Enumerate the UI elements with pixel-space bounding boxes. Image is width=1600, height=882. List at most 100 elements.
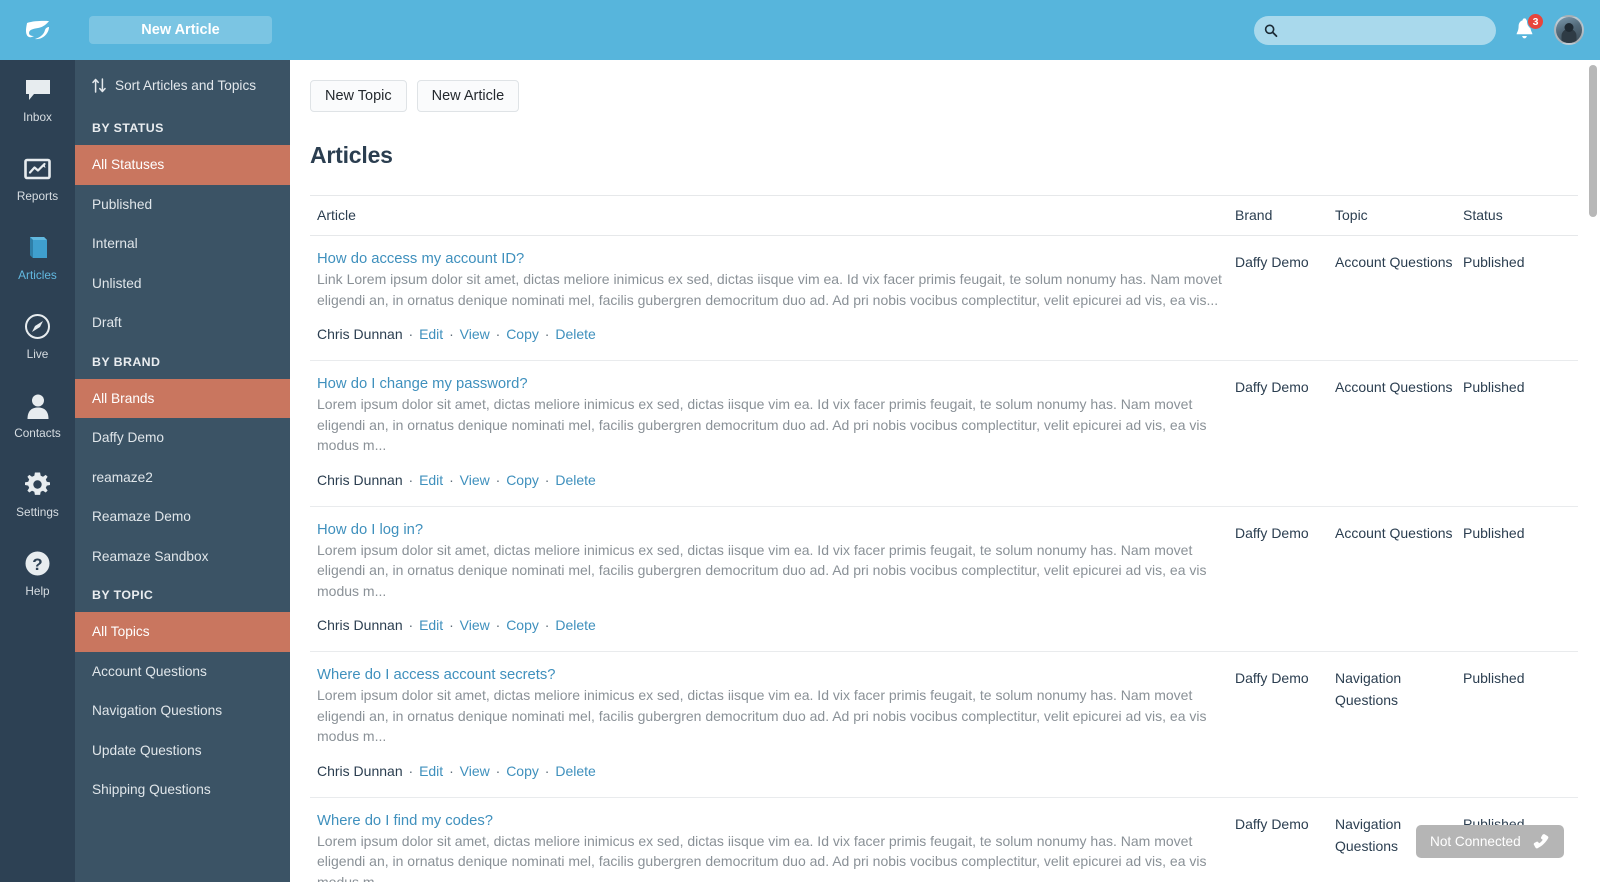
filter-label: All Statuses xyxy=(92,157,165,173)
filter-group-title-brand: BY BRAND xyxy=(92,354,161,369)
article-topic: Navigation Questions xyxy=(1335,651,1463,798)
app-logo[interactable] xyxy=(0,18,75,42)
article-brand: Daffy Demo xyxy=(1235,235,1335,361)
filter-all-topics[interactable]: All Topics xyxy=(75,612,290,652)
global-search[interactable] xyxy=(1254,15,1496,45)
article-author: Chris Dunnan xyxy=(317,617,403,633)
filter-all-brands[interactable]: All Brands xyxy=(75,378,290,418)
view-link[interactable]: View xyxy=(460,617,490,633)
article-title-link[interactable]: How do I log in? xyxy=(317,522,1235,538)
article-title-link[interactable]: Where do I access account secrets? xyxy=(317,667,1235,683)
filter-navigation-questions[interactable]: Navigation Questions xyxy=(75,691,290,731)
filter-label: Update Questions xyxy=(92,742,202,758)
main-scrollbar-thumb[interactable] xyxy=(1589,65,1597,217)
delete-link[interactable]: Delete xyxy=(555,617,595,633)
article-author: Chris Dunnan xyxy=(317,471,403,488)
status-badge: Published xyxy=(1463,235,1578,361)
sort-arrows-icon xyxy=(92,78,106,93)
sidebar-item-help[interactable]: ? Help xyxy=(0,534,75,613)
article-cell: How do I change my password? Lorem ipsum… xyxy=(310,360,1235,507)
sidebar-item-reports[interactable]: Reports xyxy=(0,139,75,218)
person-icon xyxy=(24,392,52,420)
filter-label: reamaze2 xyxy=(92,469,153,485)
avatar[interactable] xyxy=(1554,15,1584,45)
primary-nav-rail: Inbox Reports Articles Live Contacts Set… xyxy=(0,60,75,882)
filter-draft[interactable]: Draft xyxy=(75,303,290,343)
sort-label: Sort Articles and Topics xyxy=(115,78,257,93)
connection-status-pill[interactable]: Not Connected xyxy=(1416,825,1564,858)
view-link[interactable]: View xyxy=(460,763,490,779)
article-title-link[interactable]: How do I change my password? xyxy=(317,376,1235,392)
view-link[interactable]: View xyxy=(460,472,490,488)
filter-label: Navigation Questions xyxy=(92,703,223,719)
sidebar-item-contacts[interactable]: Contacts xyxy=(0,376,75,455)
top-header-bar: New Article 3 xyxy=(0,0,1600,60)
article-brand: Daffy Demo xyxy=(1235,797,1335,882)
edit-link[interactable]: Edit xyxy=(419,763,443,779)
filter-label: Unlisted xyxy=(92,275,142,291)
copy-link[interactable]: Copy xyxy=(506,763,539,779)
copy-link[interactable]: Copy xyxy=(506,617,539,633)
sidebar-item-label: Articles xyxy=(18,267,57,282)
filter-group-title-topic: BY TOPIC xyxy=(92,588,154,602)
filter-reamaze2[interactable]: reamaze2 xyxy=(75,458,290,498)
sidebar-item-label: Reports xyxy=(16,188,59,203)
question-circle-icon: ? xyxy=(24,550,52,578)
sidebar-item-label: Live xyxy=(26,346,49,361)
article-title-link[interactable]: Where do I find my codes? xyxy=(317,813,1235,829)
table-row: How do I log in? Lorem ipsum dolor sit a… xyxy=(310,506,1578,652)
new-article-button[interactable]: New Article xyxy=(416,80,520,112)
article-excerpt: Lorem ipsum dolor sit amet, dictas melio… xyxy=(317,687,1207,744)
header-right-cluster: 3 xyxy=(1254,13,1600,45)
article-cell: How do access my account ID? Link Lorem … xyxy=(310,235,1235,361)
new-topic-button[interactable]: New Topic xyxy=(310,80,407,112)
page-title: Articles xyxy=(310,142,393,168)
edit-link[interactable]: Edit xyxy=(419,617,443,633)
delete-link[interactable]: Delete xyxy=(555,763,595,779)
search-input[interactable] xyxy=(1283,22,1486,38)
view-link[interactable]: View xyxy=(460,326,490,342)
delete-link[interactable]: Delete xyxy=(555,326,595,342)
filter-all-statuses[interactable]: All Statuses xyxy=(75,145,290,185)
column-header-status[interactable]: Status xyxy=(1463,195,1578,236)
sidebar-item-label: Contacts xyxy=(14,425,61,440)
filter-reamaze-sandbox[interactable]: Reamaze Sandbox xyxy=(75,537,290,577)
filter-label: Internal xyxy=(92,236,138,252)
filter-published[interactable]: Published xyxy=(75,185,290,225)
sidebar-item-inbox[interactable]: Inbox xyxy=(0,60,75,139)
delete-link[interactable]: Delete xyxy=(555,472,595,488)
action-button-row: New Topic New Article xyxy=(290,60,1600,112)
filter-daffy-demo[interactable]: Daffy Demo xyxy=(75,418,290,458)
article-cell: Where do I access account secrets? Lorem… xyxy=(310,651,1235,798)
copy-link[interactable]: Copy xyxy=(506,326,539,342)
article-title-link[interactable]: How do access my account ID? xyxy=(317,251,1235,267)
column-header-article[interactable]: Article xyxy=(310,195,1235,236)
table-row: Where do I access account secrets? Lorem… xyxy=(310,651,1578,798)
filter-label: Account Questions xyxy=(92,663,207,679)
main-scrollbar-track[interactable] xyxy=(1586,60,1600,882)
edit-link[interactable]: Edit xyxy=(419,472,443,488)
notifications-button[interactable]: 3 xyxy=(1514,13,1544,42)
edit-link[interactable]: Edit xyxy=(419,326,443,342)
filter-group-title-status: BY STATUS xyxy=(92,121,164,135)
filter-unlisted[interactable]: Unlisted xyxy=(75,264,290,304)
column-header-topic[interactable]: Topic xyxy=(1335,195,1463,236)
copy-link[interactable]: Copy xyxy=(506,472,539,488)
new-article-header-button[interactable]: New Article xyxy=(89,16,272,44)
sidebar-item-articles[interactable]: Articles xyxy=(0,218,75,297)
chart-icon xyxy=(24,155,52,183)
filter-shipping-questions[interactable]: Shipping Questions xyxy=(75,770,290,810)
article-brand: Daffy Demo xyxy=(1235,360,1335,507)
filter-update-questions[interactable]: Update Questions xyxy=(75,731,290,771)
sort-articles-and-topics-button[interactable]: Sort Articles and Topics xyxy=(75,60,290,109)
filter-account-questions[interactable]: Account Questions xyxy=(75,652,290,692)
chat-bubble-icon xyxy=(24,76,52,104)
sidebar-item-live[interactable]: Live xyxy=(0,297,75,376)
filter-reamaze-demo[interactable]: Reamaze Demo xyxy=(75,497,290,537)
sidebar-item-settings[interactable]: Settings xyxy=(0,455,75,534)
column-header-brand[interactable]: Brand xyxy=(1235,195,1335,236)
gear-icon xyxy=(24,471,52,499)
sidebar-item-label: Help xyxy=(25,583,50,598)
status-badge: Published xyxy=(1463,506,1578,652)
filter-internal[interactable]: Internal xyxy=(75,224,290,264)
